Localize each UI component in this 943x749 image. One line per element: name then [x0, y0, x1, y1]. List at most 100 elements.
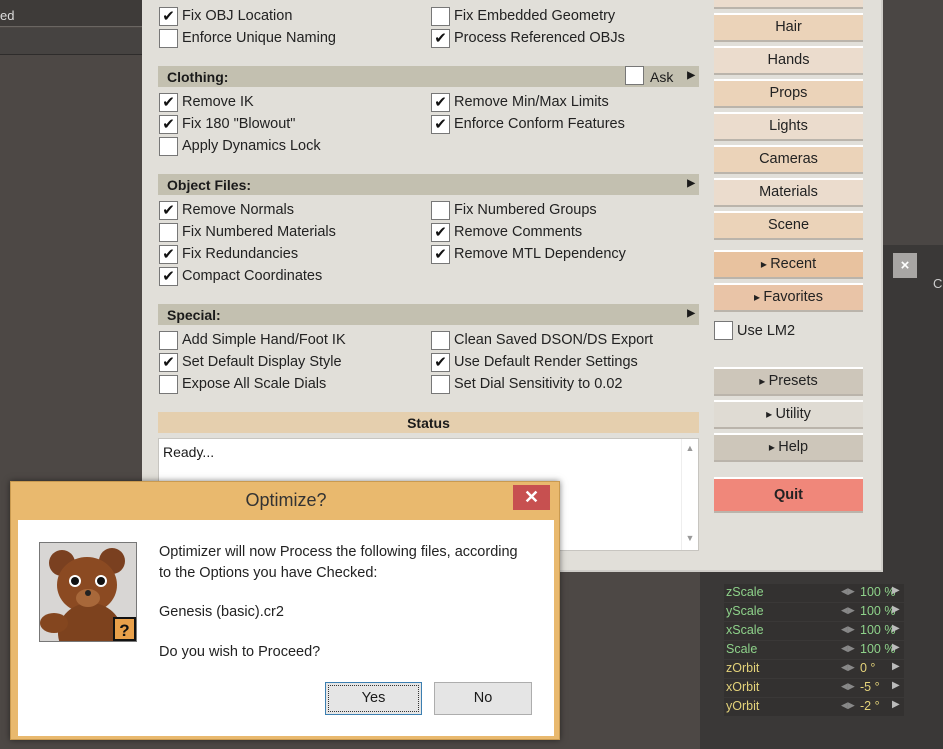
- checkbox[interactable]: [431, 375, 450, 394]
- utility-button[interactable]: ▸ Utility: [714, 400, 863, 429]
- parameter-value[interactable]: 100 %: [860, 604, 895, 618]
- checkbox[interactable]: ✔: [159, 245, 178, 264]
- checkbox[interactable]: ✔: [159, 353, 178, 372]
- checkbox[interactable]: [431, 331, 450, 350]
- viewport-title-bar: ed: [0, 0, 142, 27]
- parameter-row[interactable]: zScale ◀▶ 100 % ▶: [724, 584, 904, 602]
- option-label: Process Referenced OBJs: [454, 30, 625, 46]
- parameter-menu-arrow-icon[interactable]: ▶: [892, 661, 900, 672]
- close-icon[interactable]: ×: [893, 253, 917, 278]
- presets-button[interactable]: ▸ Presets: [714, 367, 863, 396]
- checkbox[interactable]: ✔: [159, 7, 178, 26]
- close-button[interactable]: ✕: [513, 485, 550, 510]
- category-button-hair[interactable]: Hair: [714, 13, 863, 42]
- recent-button[interactable]: ▸ Recent: [714, 250, 863, 279]
- parameter-value[interactable]: -5 °: [860, 680, 880, 694]
- ask-checkbox[interactable]: [625, 66, 644, 85]
- parameter-menu-arrow-icon[interactable]: ▶: [892, 642, 900, 653]
- yes-button[interactable]: Yes: [325, 682, 422, 715]
- dialog-question: Do you wish to Proceed?: [159, 644, 321, 660]
- checkbox[interactable]: [431, 201, 450, 220]
- no-button[interactable]: No: [434, 682, 532, 715]
- checkbox[interactable]: [159, 223, 178, 242]
- help-button[interactable]: ▸ Help: [714, 433, 863, 462]
- category-button-scene[interactable]: Scene: [714, 211, 863, 240]
- dialog-body: ? Optimizer will now Process the followi…: [18, 520, 554, 736]
- option-label: Remove IK: [182, 94, 254, 110]
- parameter-menu-arrow-icon[interactable]: ▶: [892, 680, 900, 691]
- option-label: Remove Normals: [182, 202, 294, 218]
- checkmark-icon: ✔: [434, 354, 447, 371]
- option-label: Fix Numbered Materials: [182, 224, 336, 240]
- expand-arrow-icon[interactable]: ▶: [687, 178, 695, 189]
- favorites-button-label: Favorites: [763, 289, 823, 305]
- checkbox[interactable]: ✔: [431, 29, 450, 48]
- parameter-name: yOrbit: [726, 699, 760, 713]
- parameter-row[interactable]: Scale ◀▶ 100 % ▶: [724, 641, 904, 659]
- parameter-row[interactable]: xOrbit ◀▶ -5 ° ▶: [724, 679, 904, 697]
- option-label: Fix Embedded Geometry: [454, 8, 616, 24]
- parameter-menu-arrow-icon[interactable]: ▶: [892, 699, 900, 710]
- checkbox[interactable]: ✔: [431, 245, 450, 264]
- expand-arrow-icon[interactable]: ▶: [687, 70, 695, 81]
- object-files-header[interactable]: Object Files: ▶: [158, 174, 699, 195]
- category-button-partial[interactable]: [714, 0, 863, 9]
- expand-arrow-icon[interactable]: ▶: [687, 308, 695, 319]
- checkmark-icon: ✔: [162, 354, 175, 371]
- ask-label: Ask: [650, 69, 674, 85]
- checkbox[interactable]: ✔: [431, 115, 450, 134]
- checkbox[interactable]: ✔: [159, 115, 178, 134]
- dial-arrows-icon[interactable]: ◀▶: [841, 662, 855, 673]
- category-button-hands[interactable]: Hands: [714, 46, 863, 75]
- dial-arrows-icon[interactable]: ◀▶: [841, 624, 855, 635]
- parameter-value[interactable]: 100 %: [860, 623, 895, 637]
- parameter-value[interactable]: 100 %: [860, 642, 895, 656]
- parameter-value[interactable]: 100 %: [860, 585, 895, 599]
- checkmark-icon: ✔: [162, 8, 175, 25]
- checkbox[interactable]: ✔: [159, 267, 178, 286]
- checkbox[interactable]: ✔: [431, 93, 450, 112]
- dial-arrows-icon[interactable]: ◀▶: [841, 605, 855, 616]
- checkbox[interactable]: [159, 137, 178, 156]
- checkbox[interactable]: [159, 375, 178, 394]
- presets-button-label: Presets: [768, 373, 818, 389]
- dial-arrows-icon[interactable]: ◀▶: [841, 681, 855, 692]
- parameter-row[interactable]: yScale ◀▶ 100 % ▶: [724, 603, 904, 621]
- checkbox[interactable]: ✔: [159, 201, 178, 220]
- parameter-name: yScale: [726, 604, 764, 618]
- clothing-header[interactable]: Clothing: ▶ Ask: [158, 66, 699, 87]
- parameter-menu-arrow-icon[interactable]: ▶: [892, 604, 900, 615]
- triangle-right-icon: ▸: [759, 374, 769, 388]
- scrollbar[interactable]: ▲ ▼: [681, 439, 698, 550]
- dial-arrows-icon[interactable]: ◀▶: [841, 586, 855, 597]
- dial-arrows-icon[interactable]: ◀▶: [841, 700, 855, 711]
- parameter-value[interactable]: 0 °: [860, 661, 875, 675]
- category-button-materials[interactable]: Materials: [714, 178, 863, 207]
- parameter-row[interactable]: yOrbit ◀▶ -2 ° ▶: [724, 698, 904, 716]
- parameter-name: zOrbit: [726, 661, 760, 675]
- parameter-row[interactable]: xScale ◀▶ 100 % ▶: [724, 622, 904, 640]
- category-button-props[interactable]: Props: [714, 79, 863, 108]
- category-button-cameras[interactable]: Cameras: [714, 145, 863, 174]
- checkbox[interactable]: ✔: [431, 223, 450, 242]
- use-lm2-checkbox[interactable]: [714, 321, 733, 340]
- option-label: Set Default Display Style: [182, 354, 342, 370]
- option-label: Fix 180 "Blowout": [182, 116, 296, 132]
- parameter-value[interactable]: -2 °: [860, 699, 880, 713]
- quit-button[interactable]: Quit: [714, 477, 863, 513]
- special-header[interactable]: Special: ▶: [158, 304, 699, 325]
- checkbox[interactable]: [159, 331, 178, 350]
- parameter-menu-arrow-icon[interactable]: ▶: [892, 585, 900, 596]
- option-label: Remove Min/Max Limits: [454, 94, 609, 110]
- quit-button-label: Quit: [774, 487, 803, 503]
- favorites-button[interactable]: ▸ Favorites: [714, 283, 863, 312]
- checkbox[interactable]: [431, 7, 450, 26]
- parameter-menu-arrow-icon[interactable]: ▶: [892, 623, 900, 634]
- triangle-right-icon: ▸: [754, 290, 764, 304]
- checkbox[interactable]: ✔: [159, 93, 178, 112]
- parameter-row[interactable]: zOrbit ◀▶ 0 ° ▶: [724, 660, 904, 678]
- checkbox[interactable]: [159, 29, 178, 48]
- category-button-lights[interactable]: Lights: [714, 112, 863, 141]
- dial-arrows-icon[interactable]: ◀▶: [841, 643, 855, 654]
- checkbox[interactable]: ✔: [431, 353, 450, 372]
